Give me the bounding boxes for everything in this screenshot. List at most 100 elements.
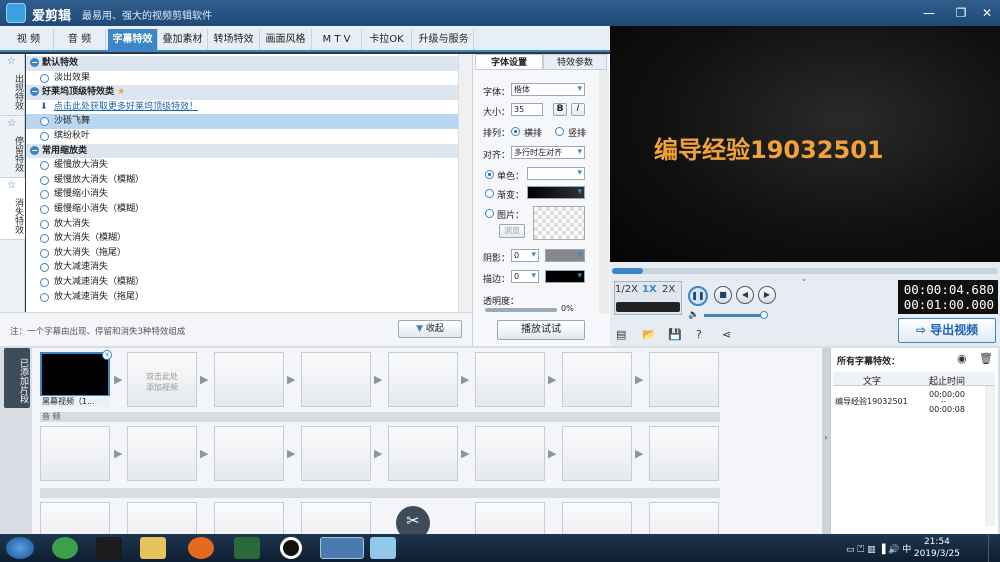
- save-icon[interactable]: 💾: [668, 328, 682, 341]
- tab-subtitle-effects[interactable]: 字幕特效: [108, 29, 158, 50]
- ijianji-icon[interactable]: [320, 537, 364, 559]
- tab-overlay[interactable]: 叠加素材: [158, 29, 208, 50]
- effect-item[interactable]: 缓慢缩小消失: [26, 187, 458, 202]
- audio-slot[interactable]: [301, 426, 371, 481]
- effect-item-selected[interactable]: 沙砾飞舞: [26, 114, 458, 129]
- qq-icon[interactable]: [96, 537, 122, 559]
- audio-slot[interactable]: [388, 426, 458, 481]
- open-folder-icon[interactable]: 📂: [642, 328, 656, 341]
- audio-slot[interactable]: [649, 426, 719, 481]
- empty-slot[interactable]: [475, 352, 545, 407]
- notes-icon[interactable]: [370, 537, 396, 559]
- empty-slot[interactable]: [40, 502, 110, 534]
- tab-style[interactable]: 画面风格: [260, 29, 312, 50]
- empty-slot[interactable]: [649, 502, 719, 534]
- solid-color-radio[interactable]: [485, 170, 494, 179]
- back-icon[interactable]: ◉: [957, 352, 967, 365]
- show-desktop-button[interactable]: [988, 534, 1000, 562]
- effect-item[interactable]: 放大消失（模糊）: [26, 231, 458, 246]
- browser-icon[interactable]: [52, 537, 78, 559]
- frame-step-bar[interactable]: [616, 302, 680, 312]
- audio-slot[interactable]: [127, 426, 197, 481]
- empty-slot[interactable]: [301, 502, 371, 534]
- new-icon[interactable]: ▤: [616, 328, 626, 341]
- panel-scrollbar[interactable]: [985, 386, 995, 526]
- expand-panel-handle[interactable]: ›: [822, 348, 830, 534]
- play-test-button[interactable]: 播放试试: [497, 320, 585, 340]
- effect-item[interactable]: 缓慢放大消失（模糊）: [26, 173, 458, 188]
- start-icon[interactable]: [6, 537, 34, 559]
- collapse-button[interactable]: ▼ 收起: [398, 320, 462, 338]
- solid-color-picker[interactable]: [527, 167, 585, 180]
- effect-item[interactable]: 缤纷秋叶: [26, 129, 458, 144]
- volume-icon[interactable]: 🔈: [688, 310, 699, 320]
- prev-button[interactable]: ◀: [736, 286, 754, 304]
- audio-slot[interactable]: [214, 426, 284, 481]
- more-effects-link[interactable]: ⬇ 点击此处获取更多好莱坞顶级特效！: [26, 100, 458, 115]
- table-row[interactable]: 编导经验19032501 00:00:00 -- 00:00:08: [833, 388, 995, 418]
- tab-video[interactable]: 视 频: [4, 29, 54, 50]
- gradient-radio[interactable]: [485, 189, 494, 198]
- effect-item[interactable]: 缓慢放大消失: [26, 158, 458, 173]
- audio-slot[interactable]: [562, 426, 632, 481]
- export-video-button[interactable]: ⇨ 导出视频: [898, 318, 996, 343]
- props-scrollbar[interactable]: [599, 70, 609, 314]
- stop-button[interactable]: ■: [714, 286, 732, 304]
- volume-slider[interactable]: [704, 314, 766, 317]
- video-preview[interactable]: 编导经验19032501: [610, 26, 1000, 262]
- tab-mtv[interactable]: M T V: [312, 29, 362, 50]
- speed-2x[interactable]: 2X: [662, 284, 675, 295]
- firefox-icon[interactable]: [188, 537, 214, 559]
- shadow-stepper[interactable]: 0: [511, 249, 539, 262]
- effect-item[interactable]: 放大减速消失: [26, 260, 458, 275]
- trash-icon[interactable]: 🗑: [979, 352, 993, 365]
- empty-slot[interactable]: [214, 352, 284, 407]
- effect-item[interactable]: 放大减速消失（模糊）: [26, 275, 458, 290]
- audio-slot[interactable]: [475, 426, 545, 481]
- gradient-color-picker[interactable]: [527, 186, 585, 199]
- tray-clock[interactable]: 21:54 2019/3/25: [914, 536, 960, 560]
- empty-slot[interactable]: [649, 352, 719, 407]
- shadow-color-picker[interactable]: [545, 249, 585, 262]
- audio-slot[interactable]: [40, 426, 110, 481]
- effect-item[interactable]: 缓慢缩小消失（模糊）: [26, 202, 458, 217]
- chevron-down-icon[interactable]: ⌄: [800, 274, 808, 284]
- group-default[interactable]: − 默认特效: [26, 56, 458, 71]
- tab-transition[interactable]: 转场特效: [208, 29, 260, 50]
- vertical-radio[interactable]: [555, 127, 564, 136]
- next-button[interactable]: ▶: [758, 286, 776, 304]
- folder-icon[interactable]: [140, 537, 166, 559]
- speed-1x[interactable]: 1X: [642, 284, 657, 295]
- bold-button[interactable]: B: [553, 103, 567, 116]
- tab-effect-params[interactable]: 特效参数: [543, 54, 607, 70]
- effect-item[interactable]: 淡出效果: [26, 71, 458, 86]
- empty-slot[interactable]: [562, 502, 632, 534]
- tab-audio[interactable]: 音 频: [54, 29, 106, 50]
- empty-slot[interactable]: [562, 352, 632, 407]
- help-icon[interactable]: ?: [696, 328, 702, 341]
- italic-button[interactable]: I: [571, 103, 585, 116]
- remove-clip-icon[interactable]: ✕: [102, 350, 112, 360]
- share-icon[interactable]: ⋖: [722, 328, 731, 341]
- tab-disappear[interactable]: ☆ 消失特效: [0, 178, 25, 240]
- effect-item[interactable]: 放大消失（拖尾）: [26, 246, 458, 261]
- effects-scrollbar[interactable]: [458, 54, 472, 312]
- add-video-slot[interactable]: 双击此处 添加视频: [127, 352, 197, 407]
- empty-slot[interactable]: [475, 502, 545, 534]
- effect-item[interactable]: 放大减速消失（拖尾）: [26, 290, 458, 305]
- pause-button[interactable]: ❚❚: [688, 286, 708, 306]
- tab-font-settings[interactable]: 字体设置: [475, 54, 543, 70]
- size-stepper[interactable]: 35: [511, 103, 543, 116]
- opacity-slider[interactable]: [485, 308, 557, 312]
- group-hollywood[interactable]: − 好莱坞顶级特效类 ★: [26, 85, 458, 100]
- clip-thumbnail[interactable]: [40, 352, 110, 397]
- maximize-icon[interactable]: ❐: [950, 4, 972, 22]
- scissors-icon[interactable]: ✂: [396, 506, 430, 534]
- group-zoom[interactable]: − 常用缩放类: [26, 143, 458, 159]
- speed-half[interactable]: 1/2X: [615, 284, 638, 295]
- close-icon[interactable]: ✕: [976, 4, 998, 22]
- horizontal-radio[interactable]: [511, 127, 520, 136]
- tab-upgrade[interactable]: 升级与服务: [414, 29, 474, 50]
- browse-button[interactable]: 浏览: [499, 224, 525, 238]
- image-radio[interactable]: [485, 209, 494, 218]
